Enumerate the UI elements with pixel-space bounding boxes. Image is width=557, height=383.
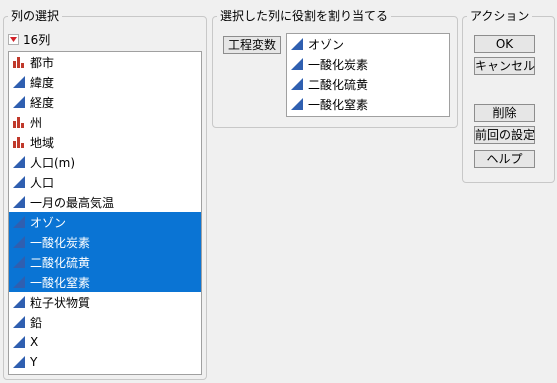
role-list-item-label: 一酸化窒素 bbox=[308, 97, 369, 112]
column-list-item-label: X bbox=[30, 335, 39, 349]
continuous-triangle-icon bbox=[291, 98, 303, 110]
continuous-triangle-icon bbox=[291, 78, 303, 90]
continuous-triangle-icon bbox=[13, 296, 25, 308]
column-select-title: 列の選択 bbox=[8, 8, 63, 24]
column-list-item[interactable]: 一酸化炭素 bbox=[9, 232, 201, 252]
column-list-item[interactable]: 緯度 bbox=[9, 72, 201, 92]
nominal-bar-icon bbox=[13, 136, 25, 148]
column-list-item[interactable]: 一酸化窒素 bbox=[9, 272, 201, 292]
role-list-item-label: 二酸化硫黄 bbox=[308, 77, 369, 92]
column-list-item[interactable]: 粒子状物質 bbox=[9, 292, 201, 312]
column-list-item-label: 一酸化炭素 bbox=[30, 235, 91, 250]
column-list-item[interactable]: 経度 bbox=[9, 92, 201, 112]
continuous-triangle-icon bbox=[13, 236, 25, 248]
ok-button[interactable]: OK bbox=[474, 35, 535, 53]
assign-roles-panel: 選択した列に役割を割り当てる 工程変数 オゾン一酸化炭素二酸化硫黄一酸化窒素 bbox=[212, 8, 458, 128]
actions-panel: アクション OK キャンセル 削除 前回の設定 ヘルプ bbox=[462, 8, 555, 183]
column-list-item[interactable]: 人口(m) bbox=[9, 152, 201, 172]
column-list-item-label: Y bbox=[30, 355, 38, 369]
column-count-label: 16列 bbox=[23, 32, 51, 47]
role-list-item[interactable]: オゾン bbox=[287, 34, 449, 54]
role-assigned-list[interactable]: オゾン一酸化炭素二酸化硫黄一酸化窒素 bbox=[286, 33, 450, 117]
continuous-triangle-icon bbox=[13, 256, 25, 268]
continuous-triangle-icon bbox=[13, 176, 25, 188]
column-list-item-label: 二酸化硫黄 bbox=[30, 255, 91, 270]
assign-roles-title: 選択した列に役割を割り当てる bbox=[217, 8, 392, 24]
role-list-item[interactable]: 一酸化窒素 bbox=[287, 94, 449, 114]
role-process-variable-button[interactable]: 工程変数 bbox=[223, 36, 281, 54]
column-select-panel: 列の選択 16列 都市緯度経度州地域人口(m) 人口一月の最高気温 オゾン一酸化炭素… bbox=[3, 8, 207, 380]
continuous-triangle-icon bbox=[13, 276, 25, 288]
column-list-item[interactable]: 人口 bbox=[9, 172, 201, 192]
column-list-item-label: 一月の最高気温 bbox=[30, 195, 115, 210]
recall-button[interactable]: 前回の設定 bbox=[474, 126, 535, 144]
continuous-triangle-icon bbox=[13, 96, 25, 108]
dropdown-triangle-icon[interactable] bbox=[8, 33, 19, 45]
column-list-item[interactable]: 都市 bbox=[9, 52, 201, 72]
column-list-item-label: 緯度 bbox=[30, 75, 55, 90]
continuous-triangle-icon bbox=[291, 58, 303, 70]
role-list-item[interactable]: 一酸化炭素 bbox=[287, 54, 449, 74]
column-list-item-label: 都市 bbox=[30, 55, 55, 70]
column-list[interactable]: 都市緯度経度州地域人口(m) 人口一月の最高気温 オゾン一酸化炭素二酸化硫黄一酸化窒… bbox=[8, 51, 202, 375]
column-list-item[interactable]: 一月の最高気温 bbox=[9, 192, 201, 212]
column-list-item[interactable]: X bbox=[9, 332, 201, 352]
column-list-item-label: 人口(m) bbox=[30, 155, 76, 170]
column-list-item[interactable]: 二酸化硫黄 bbox=[9, 252, 201, 272]
role-list-item-label: 一酸化炭素 bbox=[308, 57, 369, 72]
continuous-triangle-icon bbox=[13, 76, 25, 88]
cancel-button[interactable]: キャンセル bbox=[474, 57, 535, 75]
column-list-item[interactable]: 地域 bbox=[9, 132, 201, 152]
nominal-bar-icon bbox=[13, 56, 25, 68]
continuous-triangle-icon bbox=[13, 316, 25, 328]
remove-button[interactable]: 削除 bbox=[474, 104, 535, 122]
column-count-toggle[interactable]: 16列 bbox=[8, 31, 50, 47]
continuous-triangle-icon bbox=[13, 196, 25, 208]
help-button[interactable]: ヘルプ bbox=[474, 150, 535, 168]
column-list-item-label: オゾン bbox=[30, 215, 67, 230]
column-list-item[interactable]: 州 bbox=[9, 112, 201, 132]
nominal-bar-icon bbox=[13, 116, 25, 128]
column-list-item-label: 鉛 bbox=[30, 315, 43, 330]
role-list-item-label: オゾン bbox=[308, 37, 345, 52]
column-list-item[interactable]: 鉛 bbox=[9, 312, 201, 332]
column-list-item-label: 粒子状物質 bbox=[30, 295, 91, 310]
column-list-item-label: 経度 bbox=[30, 95, 55, 110]
column-list-item[interactable]: Y bbox=[9, 352, 201, 372]
column-list-item-label: 地域 bbox=[30, 135, 55, 150]
continuous-triangle-icon bbox=[13, 216, 25, 228]
column-list-item-label: 一酸化窒素 bbox=[30, 275, 91, 290]
continuous-triangle-icon bbox=[13, 156, 25, 168]
role-list-item[interactable]: 二酸化硫黄 bbox=[287, 74, 449, 94]
actions-title: アクション bbox=[467, 8, 533, 24]
column-list-item-label: 人口 bbox=[30, 175, 55, 190]
continuous-triangle-icon bbox=[291, 38, 303, 50]
continuous-triangle-icon bbox=[13, 356, 25, 368]
column-list-item-label: 州 bbox=[30, 115, 43, 130]
continuous-triangle-icon bbox=[13, 336, 25, 348]
column-list-item[interactable]: オゾン bbox=[9, 212, 201, 232]
